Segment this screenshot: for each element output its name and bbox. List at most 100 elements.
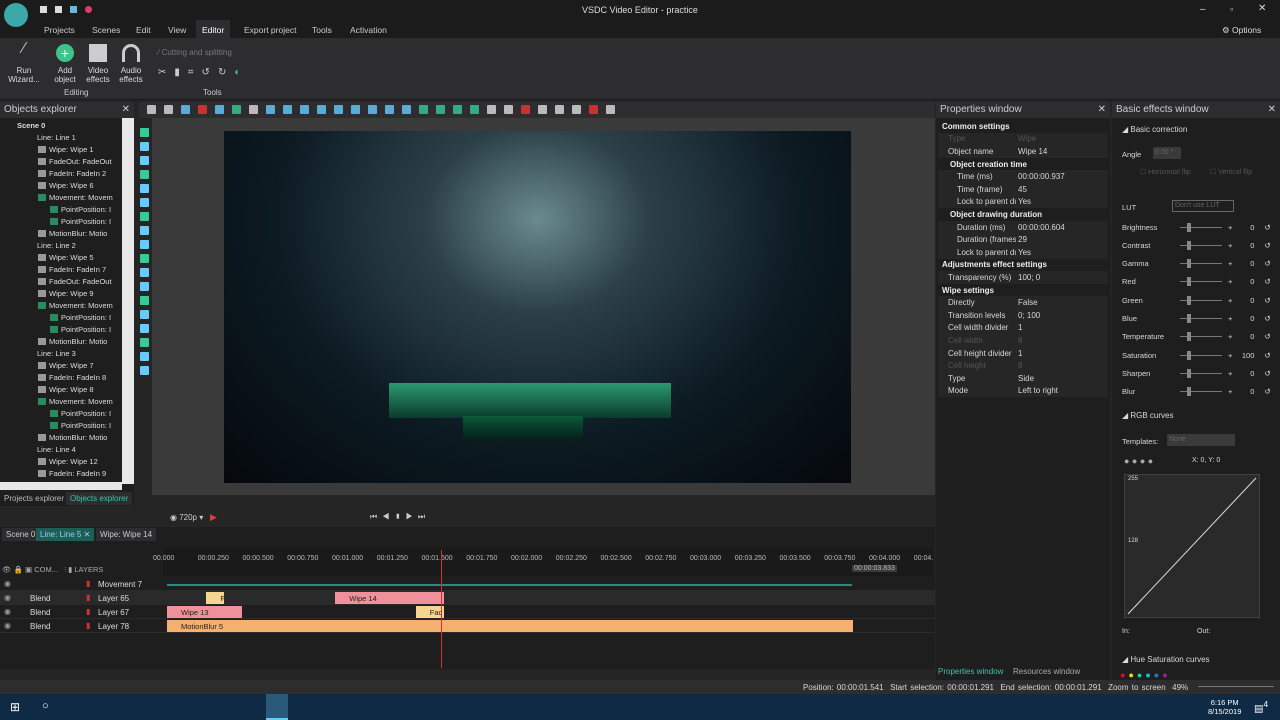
tree-item[interactable]: Line: Line 1 xyxy=(26,131,76,143)
tool-button[interactable] xyxy=(140,268,149,277)
hue-dots[interactable]: ●●●●●● xyxy=(1120,670,1171,680)
tree-item[interactable]: Line: Line 3 xyxy=(26,347,76,359)
quality-select[interactable]: ◉ 720p ▾ xyxy=(170,513,203,522)
property-row[interactable]: Wipe settings xyxy=(938,283,1108,297)
effect-slider-row[interactable]: Contrast +0 ↺ xyxy=(1122,239,1272,251)
tree-item[interactable]: FadeIn: FadeIn 7 xyxy=(38,263,106,275)
tree-item[interactable]: Scene 0 xyxy=(6,119,45,131)
slider[interactable] xyxy=(1180,387,1222,397)
tree-item[interactable]: Wipe: Wipe 8 xyxy=(38,383,94,395)
toolbar-button[interactable] xyxy=(555,105,564,114)
property-row[interactable]: Type Side xyxy=(938,372,1108,385)
notifications-button[interactable]: ▤4 xyxy=(1254,699,1268,714)
tree-item[interactable]: PointPosition: I xyxy=(50,323,111,335)
start-button[interactable]: ⊞ xyxy=(10,700,20,714)
channel-dots[interactable]: ● ● ● ● xyxy=(1124,456,1153,466)
tree-item[interactable]: MotionBlur: Motio xyxy=(38,431,107,443)
tree-item[interactable]: Movement: Movem xyxy=(38,395,113,407)
video-frame[interactable] xyxy=(224,131,851,483)
tool-button[interactable] xyxy=(140,226,149,235)
tab-objects-explorer[interactable]: Objects explorer xyxy=(66,492,133,505)
tree-item[interactable]: Wipe: Wipe 1 xyxy=(38,143,94,155)
scissors-icon[interactable]: ✂ xyxy=(158,67,166,78)
toolbar-button[interactable] xyxy=(470,105,479,114)
rgb-curves-section[interactable]: ◢ RGB curves xyxy=(1122,411,1174,420)
tree-item[interactable]: FadeOut: FadeOut xyxy=(38,155,112,167)
property-row[interactable]: Duration (ms) 00:00:00.604 xyxy=(938,220,1108,234)
zoom-to-screen-button[interactable]: Zoom to screen xyxy=(1108,683,1166,692)
hue-saturation-section[interactable]: ◢ Hue Saturation curves xyxy=(1122,655,1210,664)
close-icon[interactable]: ✕ xyxy=(122,104,130,115)
property-row[interactable]: Mode Left to right xyxy=(938,384,1108,398)
reset-icon[interactable]: ↺ xyxy=(1264,296,1270,305)
timeline-ruler[interactable]: 00.000 00:00.250 00:00.500 00:00.750 00:01.0… xyxy=(153,548,933,576)
tree-item[interactable]: FadeIn: FadeIn 8 xyxy=(38,371,106,383)
playhead[interactable] xyxy=(440,550,442,668)
property-row[interactable]: Adjustments effect settings xyxy=(938,258,1108,272)
reset-icon[interactable]: ↺ xyxy=(1264,241,1270,250)
eye-icon[interactable]: ◉ xyxy=(4,579,11,588)
vsdc-taskbar-icon[interactable] xyxy=(266,694,288,720)
tool-button[interactable] xyxy=(140,282,149,291)
menu-tools[interactable]: Tools xyxy=(312,25,332,35)
property-row[interactable]: Object drawing duration xyxy=(938,208,1108,221)
toolbar-button[interactable] xyxy=(300,105,309,114)
slider[interactable] xyxy=(1180,277,1222,287)
toolbar-button[interactable] xyxy=(283,105,292,114)
property-row[interactable]: Transparency (%) 100; 0 xyxy=(938,271,1108,284)
tree-item[interactable]: Line: Line 4 xyxy=(26,443,76,455)
vertical-flip-checkbox[interactable]: ☐ Vertical flip xyxy=(1210,168,1252,176)
layer-color-icon[interactable]: ▮ xyxy=(86,607,90,616)
tool-button[interactable] xyxy=(140,352,149,361)
toolbar-button[interactable] xyxy=(385,105,394,114)
close-icon[interactable]: ✕ xyxy=(1268,104,1276,115)
crop-icon[interactable]: ⌗ xyxy=(188,67,194,78)
timeline-clip[interactable]: Fa xyxy=(206,592,225,604)
toolbar-button[interactable] xyxy=(589,105,598,114)
tree-item[interactable]: PointPosition: I xyxy=(50,419,111,431)
reset-icon[interactable]: ↺ xyxy=(1264,369,1270,378)
search-icon[interactable]: ○ xyxy=(42,700,49,712)
plus-icon[interactable]: + xyxy=(1228,351,1232,360)
plus-icon[interactable]: + xyxy=(1228,332,1232,341)
property-row[interactable]: Object creation time xyxy=(938,157,1108,171)
menu-editor[interactable]: Editor xyxy=(196,20,231,38)
effect-slider-row[interactable]: Temperature +0 ↺ xyxy=(1122,331,1272,343)
property-row[interactable]: Lock to parent dur.Yes xyxy=(938,195,1108,209)
property-row[interactable]: Object name Wipe 14 xyxy=(938,145,1108,158)
menu-scenes[interactable]: Scenes xyxy=(92,25,120,35)
transport-buttons[interactable]: ⏮◀▮▶⏭ xyxy=(370,512,430,522)
color-icon[interactable]: ◐ xyxy=(234,67,240,78)
tree-hscrollbar[interactable] xyxy=(0,482,122,490)
rgb-curve-editor[interactable] xyxy=(1124,474,1260,618)
timeline-clip[interactable]: MotionBlur 5 xyxy=(167,620,853,632)
toolbar-button[interactable] xyxy=(164,105,173,114)
reset-icon[interactable]: ↺ xyxy=(1264,223,1270,232)
tree-item[interactable]: Wipe: Wipe 6 xyxy=(38,179,94,191)
tab-resources-window[interactable]: Resources window xyxy=(1013,667,1080,676)
tree-item[interactable]: Movement: Movem xyxy=(38,191,113,203)
tool-button[interactable] xyxy=(140,128,149,137)
horizontal-flip-checkbox[interactable]: ☐ Horizontal flip xyxy=(1140,168,1191,176)
tool-button[interactable] xyxy=(140,240,149,249)
toolbar-button[interactable] xyxy=(181,105,190,114)
blend-mode[interactable]: Blend xyxy=(30,608,50,617)
property-row[interactable]: Common settings xyxy=(938,120,1108,133)
toolbar-button[interactable] xyxy=(232,105,241,114)
tool-button[interactable] xyxy=(140,338,149,347)
menu-view[interactable]: View xyxy=(168,25,186,35)
timeline-clip[interactable]: Wipe 14 xyxy=(335,592,445,604)
property-row[interactable]: Transition levels 0; 100 xyxy=(938,309,1108,322)
layer-color-icon[interactable]: ▮ xyxy=(86,621,90,630)
tree-item[interactable]: Wipe: Wipe 7 xyxy=(38,359,94,371)
tree-item[interactable]: Movement: Movem xyxy=(38,299,113,311)
reset-icon[interactable]: ↺ xyxy=(1264,351,1270,360)
property-row[interactable]: Lock to parent dur.Yes xyxy=(938,246,1108,259)
tool-button[interactable] xyxy=(140,170,149,179)
toolbar-button[interactable] xyxy=(147,105,156,114)
blend-mode[interactable]: Blend xyxy=(30,622,50,631)
tree-item[interactable]: PointPosition: I xyxy=(50,407,111,419)
clock[interactable]: 6:16 PM 8/15/2019 xyxy=(1208,698,1241,716)
toolbar-button[interactable] xyxy=(215,105,224,114)
effect-slider-row[interactable]: Blue +0 ↺ xyxy=(1122,313,1272,325)
